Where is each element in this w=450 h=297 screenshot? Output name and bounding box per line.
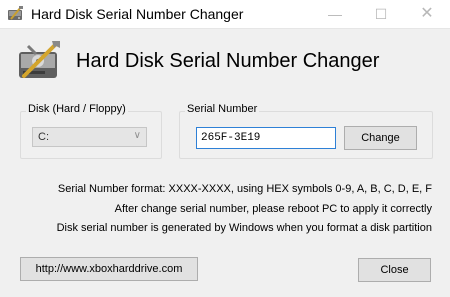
disk-group-label: Disk (Hard / Floppy): [26, 103, 128, 115]
close-window-button[interactable]: ✕: [404, 0, 450, 28]
disk-select[interactable]: C: ∨: [32, 127, 147, 147]
disk-select-value: C:: [38, 131, 49, 143]
window-title: Hard Disk Serial Number Changer: [31, 6, 244, 22]
main-window: Hard Disk Serial Number Changer — ☐ ✕ Ha…: [0, 0, 450, 297]
app-icon: [8, 6, 23, 20]
info-line-generated: Disk serial number is generated by Windo…: [56, 222, 432, 234]
change-button[interactable]: Change: [344, 126, 417, 150]
chevron-down-icon: ∨: [133, 130, 141, 141]
website-link-button[interactable]: http://www.xboxharddrive.com: [20, 257, 198, 281]
maximize-button[interactable]: ☐: [358, 0, 404, 28]
header-title: Hard Disk Serial Number Changer: [76, 50, 380, 72]
info-line-format: Serial Number format: XXXX-XXXX, using H…: [57, 183, 432, 195]
serial-group-label: Serial Number: [185, 103, 260, 115]
title-bar[interactable]: Hard Disk Serial Number Changer — ☐ ✕: [0, 0, 450, 29]
minimize-button[interactable]: —: [312, 0, 358, 28]
info-line-reboot: After change serial number, please reboo…: [114, 203, 432, 215]
hard-disk-wrench-icon: [19, 41, 60, 78]
serial-number-input[interactable]: [196, 127, 336, 149]
close-button[interactable]: Close: [358, 258, 431, 282]
